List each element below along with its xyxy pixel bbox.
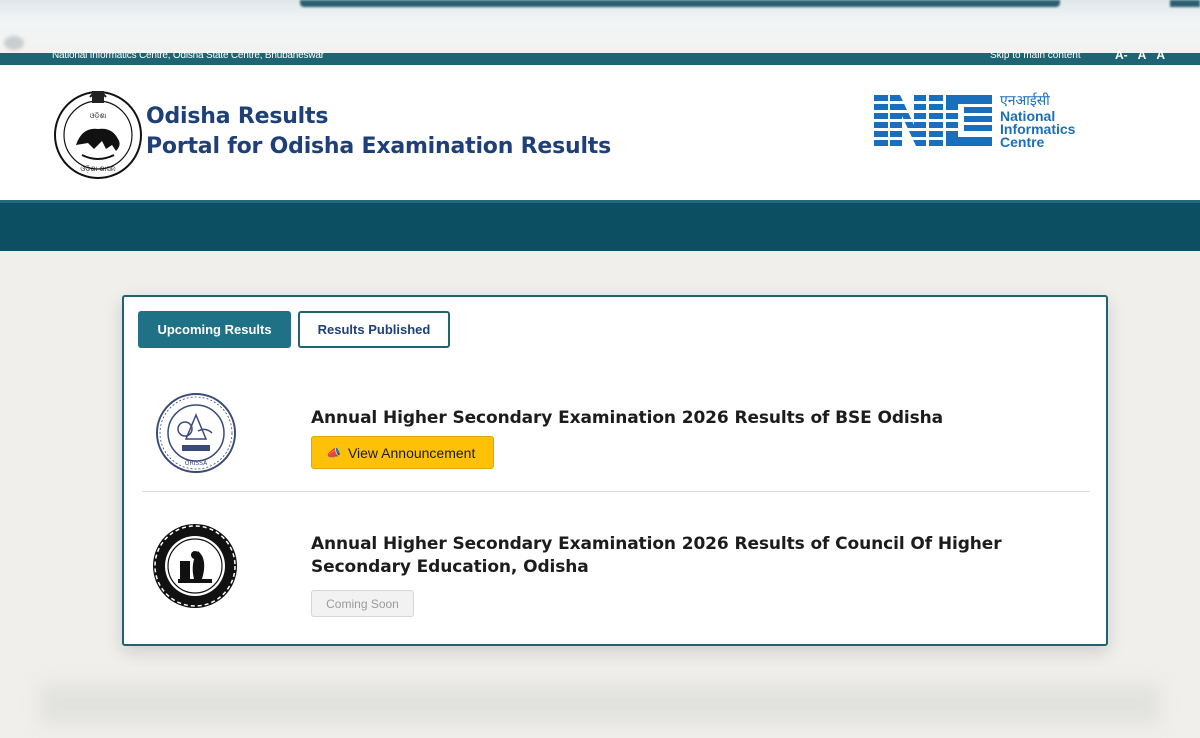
browser-toolbar-blur-right xyxy=(1170,0,1200,7)
skip-to-content-link[interactable]: Skip to main content xyxy=(990,50,1081,61)
chse-odisha-logo xyxy=(153,524,237,608)
browser-backdrop xyxy=(0,0,1200,53)
odisha-emblem-logo[interactable]: ଓଡ଼ିଶା ଓଡ଼ିଶା ଶାସନ xyxy=(52,83,144,181)
svg-text:ଓଡ଼ିଶା ଶାସନ: ଓଡ଼ିଶା ଶାସନ xyxy=(80,165,115,173)
view-announcement-label: View Announcement xyxy=(347,444,476,461)
org-text: National Informatics Centre, Odisha Stat… xyxy=(52,50,324,61)
font-size-controls: A- A A xyxy=(1115,48,1165,62)
tab-results-published[interactable]: Results Published xyxy=(298,311,450,348)
site-title-line1: Odisha Results xyxy=(146,104,329,129)
browser-toolbar-blur xyxy=(300,0,1060,7)
font-normal-button[interactable]: A xyxy=(1138,48,1147,62)
top-utility-bar: National Informatics Centre, Odisha Stat… xyxy=(0,48,1200,65)
result-title: Annual Higher Secondary Examination 2026… xyxy=(311,408,944,428)
font-decrease-button[interactable]: A- xyxy=(1115,48,1128,62)
site-title-line2: Portal for Odisha Examination Results xyxy=(146,134,611,159)
view-announcement-button[interactable]: 📣 View Announcement xyxy=(311,436,494,469)
bse-odisha-logo: ORISSA xyxy=(156,393,236,473)
tab-upcoming-results[interactable]: Upcoming Results xyxy=(138,311,291,348)
svg-text:ଓଡ଼ିଶା: ଓଡ଼ିଶା xyxy=(90,112,107,120)
coming-soon-button[interactable]: Coming Soon xyxy=(311,590,414,617)
font-increase-button[interactable]: A xyxy=(1156,48,1165,62)
result-item-bse: ORISSA Annual Higher Secondary Examinati… xyxy=(124,381,1106,493)
megaphone-icon: 📣 xyxy=(326,445,341,460)
result-item-chse: Annual Higher Secondary Examination 2026… xyxy=(124,493,1106,646)
nic-hindi-text: एनआईसी xyxy=(1000,92,1050,108)
favicon-blur xyxy=(4,36,24,50)
result-divider xyxy=(142,491,1090,492)
results-card: Upcoming Results Results Published ORISS… xyxy=(122,295,1108,646)
svg-text:ORISSA: ORISSA xyxy=(185,460,208,467)
site-header: ଓଡ଼ିଶା ଓଡ଼ିଶା ଶାସନ Odisha Results Portal… xyxy=(0,65,1200,200)
nic-wordmark: एनआईसी National Informatics Centre xyxy=(1000,92,1075,150)
nic-text-line3: Centre xyxy=(1000,134,1045,150)
footer-shadow xyxy=(40,684,1160,724)
site-title: Odisha Results Portal for Odisha Examina… xyxy=(146,102,611,162)
result-title: Annual Higher Secondary Examination 2026… xyxy=(311,534,1002,577)
main-navbar xyxy=(0,200,1200,251)
